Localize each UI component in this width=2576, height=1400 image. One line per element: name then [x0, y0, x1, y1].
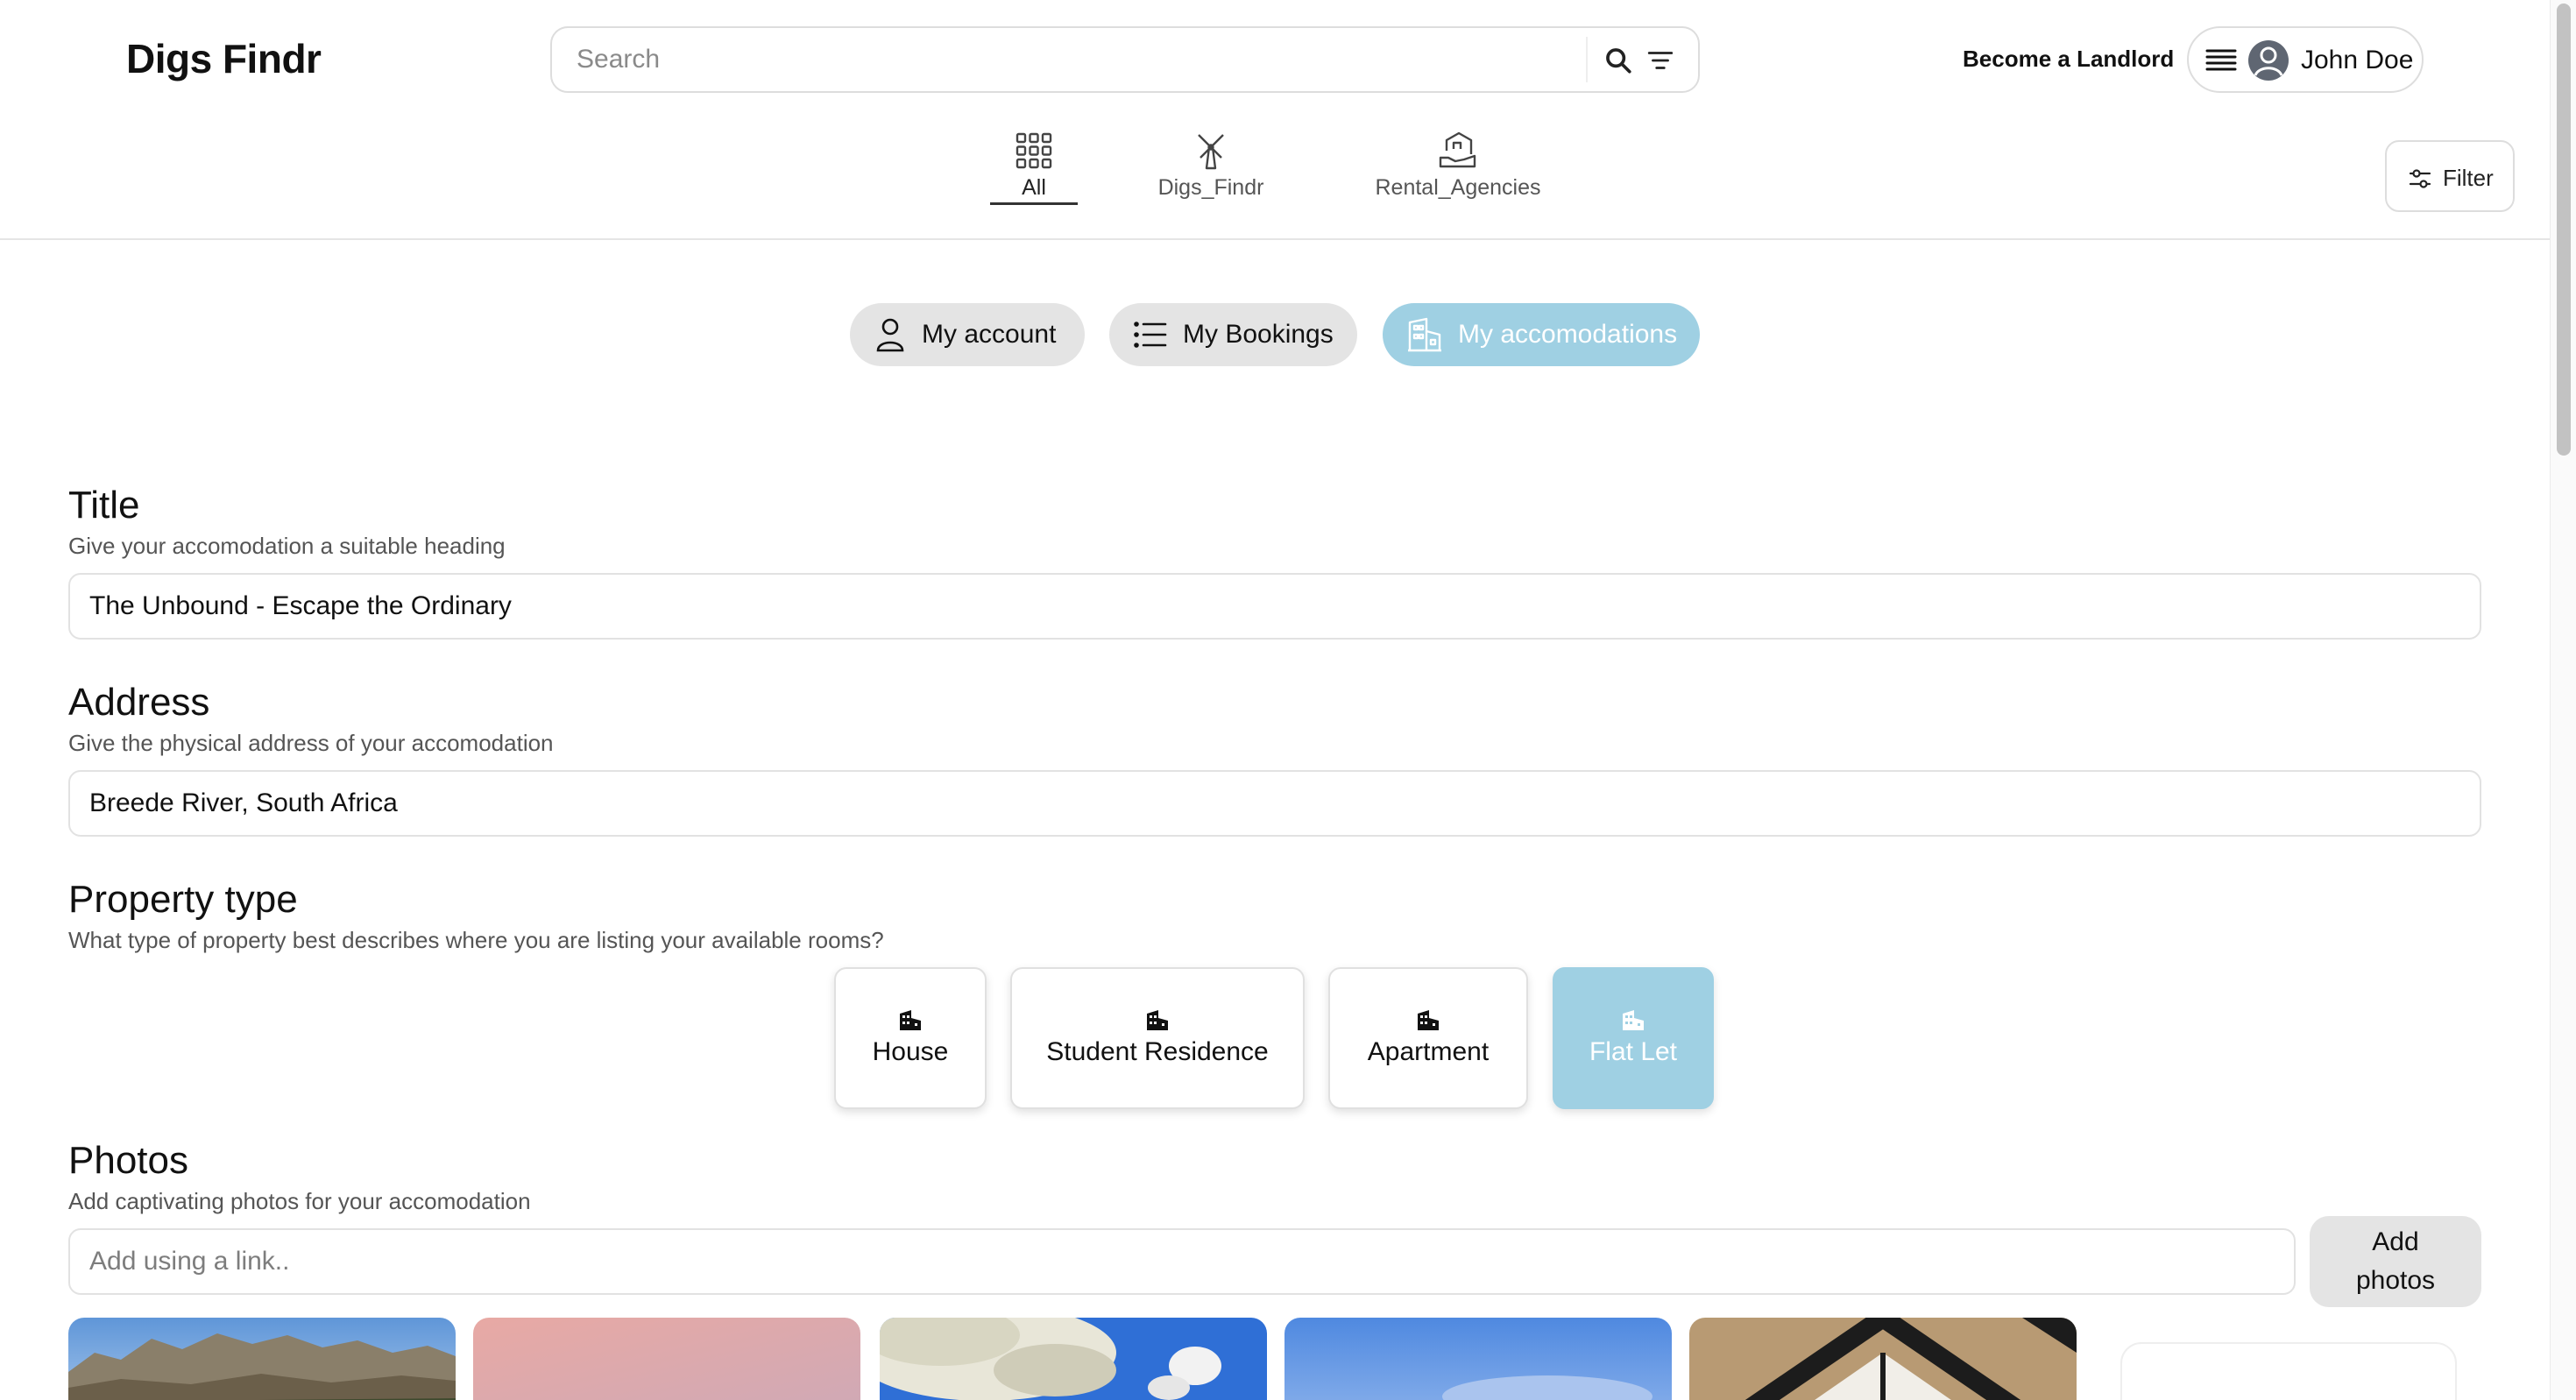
search-divider [1586, 37, 1588, 82]
clouds-photo [880, 1318, 1267, 1400]
cabin-interior-photo [1689, 1318, 2077, 1400]
filter-label: Filter [2443, 165, 2494, 191]
address-input[interactable] [70, 772, 2480, 835]
page-scrollbar[interactable] [2550, 0, 2576, 1400]
user-name: John Doe [2301, 46, 2414, 74]
property-option-label: Flat Let [1589, 1037, 1678, 1066]
list-icon [1134, 322, 1167, 348]
title-field[interactable] [68, 573, 2481, 640]
sliders-icon [2409, 169, 2431, 188]
avatar [2248, 40, 2289, 81]
property-option-apartment[interactable]: Apartment [1328, 967, 1528, 1109]
windmill-icon [1198, 134, 1224, 170]
account-tabs: My account My Bookings My accomodations [0, 303, 2550, 366]
photos-heading: Photos [68, 1139, 188, 1182]
photo-link-field[interactable] [68, 1228, 2296, 1295]
category-rental-agencies[interactable]: Rental_Agencies [1363, 131, 1553, 219]
building-icon [1418, 1010, 1439, 1030]
address-field[interactable] [68, 770, 2481, 837]
search-bar[interactable] [550, 26, 1700, 93]
logo[interactable]: Digs Findr [126, 35, 322, 82]
mountain-photo [68, 1318, 456, 1400]
address-heading: Address [68, 681, 210, 724]
building-icon [900, 1010, 921, 1030]
category-label: Rental_Agencies [1375, 175, 1541, 200]
category-digs-findr[interactable]: Digs_Findr [1139, 131, 1283, 219]
top-navbar: Digs Findr Become a Landlord John Doe Al… [0, 0, 2550, 240]
category-bar: All Digs_Findr Rental_Agencies [0, 131, 2550, 219]
search-icon[interactable] [1603, 46, 1633, 75]
user-avatar-icon [2254, 46, 2283, 76]
photo-thumbnail[interactable] [880, 1318, 1267, 1400]
user-menu-button[interactable]: John Doe [2187, 26, 2424, 93]
photo-thumbnail[interactable] [1689, 1318, 2077, 1400]
property-option-label: Student Residence [1046, 1037, 1269, 1066]
tab-label: My account [922, 320, 1057, 349]
house-hand-icon [1439, 131, 1476, 168]
tab-my-accomodations[interactable]: My accomodations [1383, 303, 1700, 366]
property-option-student-residence[interactable]: Student Residence [1010, 967, 1305, 1109]
blue-sky-photo [1284, 1318, 1672, 1400]
grid-icon [1016, 132, 1052, 169]
scrollbar-thumb[interactable] [2557, 4, 2571, 456]
property-option-house[interactable]: House [834, 967, 987, 1109]
category-label: Digs_Findr [1157, 175, 1264, 200]
building-icon [1147, 1010, 1168, 1030]
photos-subheading: Add captivating photos for your accomoda… [68, 1188, 531, 1214]
address-subheading: Give the physical address of your accomo… [68, 730, 554, 756]
property-option-label: Apartment [1367, 1037, 1490, 1066]
tab-my-account[interactable]: My account [850, 303, 1085, 366]
photo-thumbnail[interactable] [68, 1318, 456, 1400]
photo-thumbnail[interactable] [1284, 1318, 1672, 1400]
filter-button[interactable]: Filter [2385, 140, 2515, 212]
tab-label: My Bookings [1183, 320, 1334, 349]
search-input[interactable] [577, 28, 1584, 91]
building-icon [1408, 317, 1441, 352]
hamburger-menu-icon [2205, 49, 2237, 71]
property-type-subheading: What type of property best describes whe… [68, 927, 884, 953]
property-type-heading: Property type [68, 878, 298, 921]
title-input[interactable] [70, 575, 2480, 638]
photo-link-input[interactable] [70, 1230, 2294, 1293]
category-all[interactable]: All [990, 131, 1078, 219]
become-landlord-link[interactable]: Become a Landlord [1963, 46, 2174, 73]
tab-my-bookings[interactable]: My Bookings [1109, 303, 1357, 366]
sunset-photo [473, 1318, 860, 1400]
sort-filter-icon[interactable] [1645, 46, 1675, 75]
add-photos-button[interactable]: Add photos [2310, 1216, 2481, 1307]
title-heading: Title [68, 484, 140, 527]
user-icon [876, 318, 904, 352]
tab-label: My accomodations [1458, 320, 1678, 349]
property-option-label: House [872, 1037, 949, 1066]
category-label: All [990, 175, 1078, 205]
building-icon [1623, 1010, 1644, 1030]
property-option-flat-let[interactable]: Flat Let [1553, 967, 1714, 1109]
photo-thumbnail[interactable] [473, 1318, 860, 1400]
title-subheading: Give your accomodation a suitable headin… [68, 533, 506, 559]
upload-photo-tile[interactable] [2120, 1342, 2457, 1400]
